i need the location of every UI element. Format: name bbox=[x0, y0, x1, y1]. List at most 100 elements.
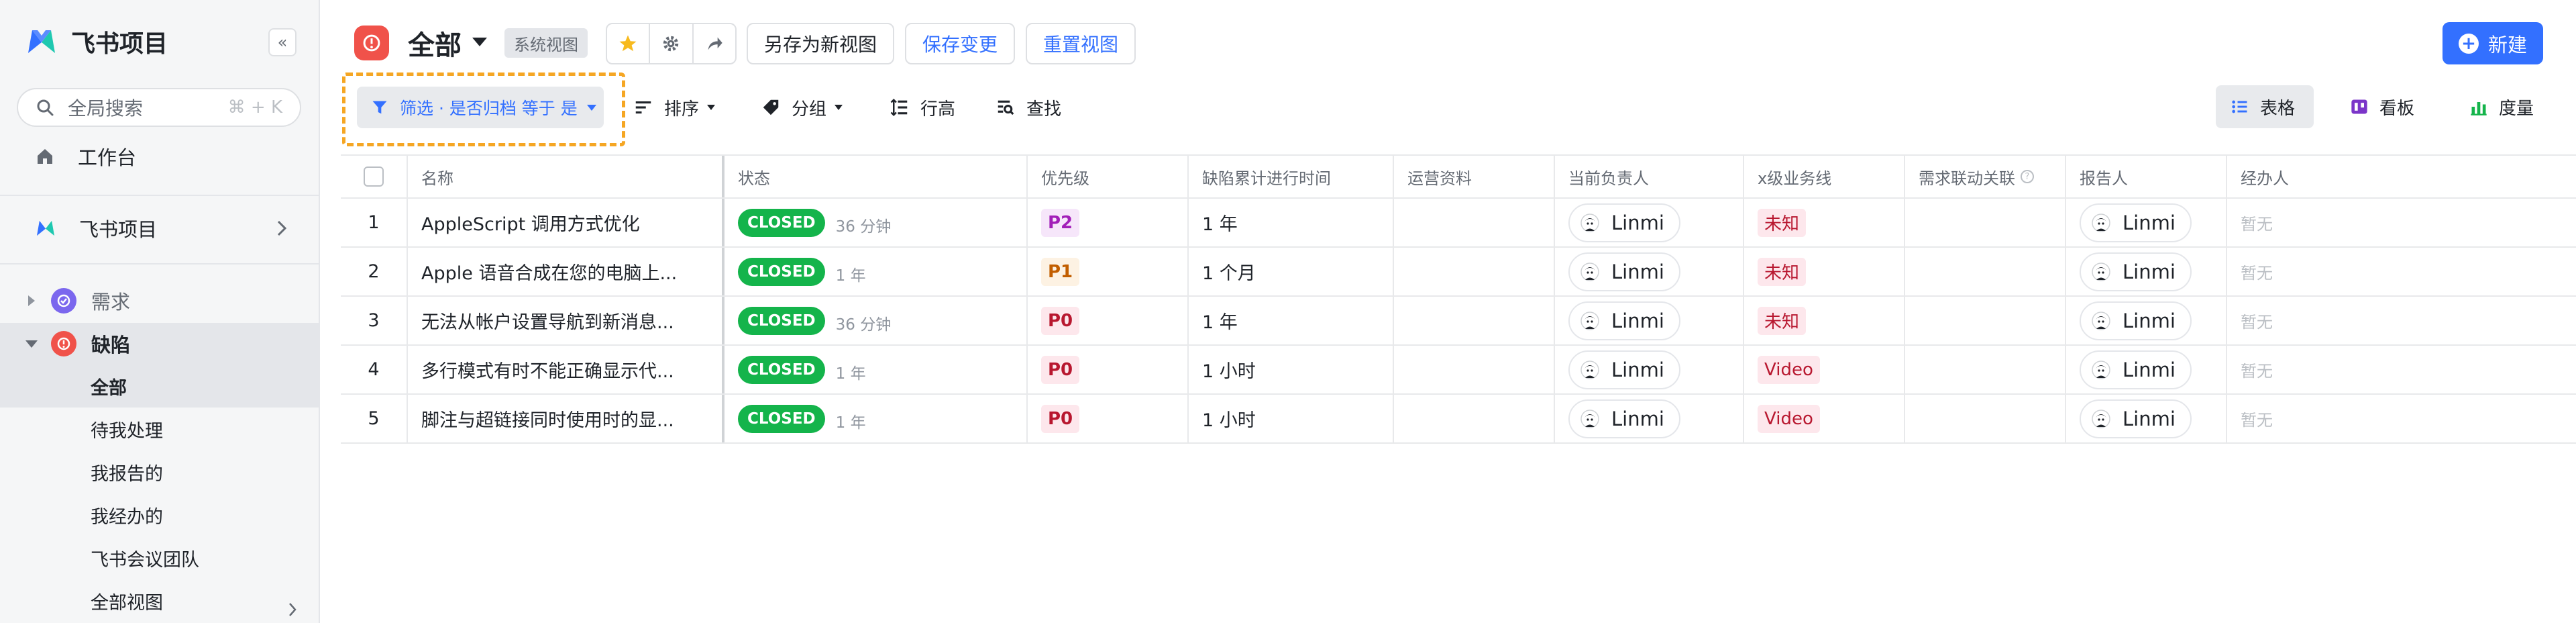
row-owner-cell[interactable]: Linmi bbox=[1555, 248, 1744, 295]
help-icon[interactable]: ? bbox=[2021, 170, 2034, 183]
row-linked[interactable] bbox=[1905, 346, 2066, 393]
row-owner-cell[interactable]: Linmi bbox=[1555, 346, 1744, 393]
row-ops[interactable] bbox=[1394, 248, 1555, 295]
sort-button[interactable]: 排序 bbox=[633, 87, 716, 128]
row-ops[interactable] bbox=[1394, 395, 1555, 442]
row-priority-cell[interactable]: P0 bbox=[1028, 297, 1189, 344]
filter-button[interactable]: 筛选 · 是否归档 等于 是 bbox=[357, 87, 604, 128]
row-biz-cell[interactable]: 未知 bbox=[1744, 199, 1905, 246]
row-reporter-cell[interactable]: Linmi bbox=[2066, 346, 2227, 393]
reset-view-button[interactable]: 重置视图 bbox=[1026, 23, 1136, 64]
row-biz-cell[interactable]: 未知 bbox=[1744, 248, 1905, 295]
owner-chip[interactable]: Linmi bbox=[1568, 399, 1680, 438]
sidebar-sub-item-meeting-team[interactable]: 飞书会议团队 bbox=[91, 541, 199, 575]
row-priority-cell[interactable]: P2 bbox=[1028, 199, 1189, 246]
reporter-chip[interactable]: Linmi bbox=[2080, 399, 2192, 438]
column-header-owner[interactable]: 当前负责人 bbox=[1555, 156, 1744, 197]
row-linked[interactable] bbox=[1905, 297, 2066, 344]
table-row[interactable]: 3 无法从帐户设置导航到新消息... CLOSED 36 分钟 P0 1 年 L… bbox=[341, 297, 2576, 346]
favorite-button[interactable] bbox=[607, 24, 651, 63]
row-priority-cell[interactable]: P1 bbox=[1028, 248, 1189, 295]
column-header-priority[interactable]: 优先级 bbox=[1028, 156, 1189, 197]
owner-chip[interactable]: Linmi bbox=[1568, 350, 1680, 389]
table-row[interactable]: 5 脚注与超链接同时使用时的显... CLOSED 1 年 P0 1 小时 Li… bbox=[341, 395, 2576, 444]
row-owner-cell[interactable]: Linmi bbox=[1555, 395, 1744, 442]
row-status-cell[interactable]: CLOSED 36 分钟 bbox=[724, 297, 1028, 344]
column-header-status[interactable]: 状态 bbox=[724, 156, 1028, 197]
row-height-button[interactable]: 行高 bbox=[890, 87, 955, 128]
row-status-cell[interactable]: CLOSED 1 年 bbox=[724, 395, 1028, 442]
sidebar-item-project[interactable]: 飞书项目 bbox=[0, 207, 319, 250]
global-search[interactable]: 全局搜索 ⌘ + K bbox=[17, 88, 301, 127]
column-header-linked[interactable]: 需求联动关联 ? bbox=[1905, 156, 2066, 197]
select-all-checkbox[interactable] bbox=[364, 166, 384, 187]
owner-chip[interactable]: Linmi bbox=[1568, 203, 1680, 242]
row-name[interactable]: Apple 语音合成在您的电脑上... bbox=[408, 248, 724, 295]
table-row[interactable]: 4 多行模式有时不能正确显示代... CLOSED 1 年 P0 1 小时 Li… bbox=[341, 346, 2576, 395]
row-owner-cell[interactable]: Linmi bbox=[1555, 297, 1744, 344]
reporter-chip[interactable]: Linmi bbox=[2080, 203, 2192, 242]
status-badge[interactable]: CLOSED bbox=[738, 404, 825, 433]
row-reporter-cell[interactable]: Linmi bbox=[2066, 297, 2227, 344]
row-linked[interactable] bbox=[1905, 395, 2066, 442]
row-handler-cell[interactable]: 暂无 bbox=[2227, 346, 2576, 393]
row-name[interactable]: 多行模式有时不能正确显示代... bbox=[408, 346, 724, 393]
row-name[interactable]: 脚注与超链接同时使用时的显... bbox=[408, 395, 724, 442]
row-priority-cell[interactable]: P0 bbox=[1028, 395, 1189, 442]
row-reporter-cell[interactable]: Linmi bbox=[2066, 199, 2227, 246]
column-header-handler[interactable]: 经办人 bbox=[2227, 156, 2576, 197]
group-button[interactable]: 分组 bbox=[761, 87, 843, 128]
column-header-biz[interactable]: x级业务线 bbox=[1744, 156, 1905, 197]
chevron-right-icon[interactable] bbox=[287, 602, 298, 618]
table-row[interactable]: 1 AppleScript 调用方式优化 CLOSED 36 分钟 P2 1 年… bbox=[341, 199, 2576, 248]
sidebar-item-requirements[interactable]: 需求 bbox=[0, 279, 319, 322]
column-header-reporter[interactable]: 报告人 bbox=[2066, 156, 2227, 197]
row-reporter-cell[interactable]: Linmi bbox=[2066, 248, 2227, 295]
reporter-chip[interactable]: Linmi bbox=[2080, 301, 2192, 340]
sidebar-sub-item-my-reported[interactable]: 我报告的 bbox=[91, 455, 163, 489]
row-status-cell[interactable]: CLOSED 36 分钟 bbox=[724, 199, 1028, 246]
status-badge[interactable]: CLOSED bbox=[738, 306, 825, 335]
save-changes-button[interactable]: 保存变更 bbox=[905, 23, 1015, 64]
status-badge[interactable]: CLOSED bbox=[738, 355, 825, 384]
row-ops[interactable] bbox=[1394, 297, 1555, 344]
row-ops[interactable] bbox=[1394, 199, 1555, 246]
find-button[interactable]: 查找 bbox=[996, 87, 1061, 128]
settings-button[interactable] bbox=[650, 24, 694, 63]
metrics-view-tab[interactable]: 度量 bbox=[2455, 85, 2553, 128]
sidebar-sub-item-all[interactable]: 全部 bbox=[91, 369, 127, 403]
table-row[interactable]: 2 Apple 语音合成在您的电脑上... CLOSED 1 年 P1 1 个月… bbox=[341, 248, 2576, 297]
row-biz-cell[interactable]: Video bbox=[1744, 346, 1905, 393]
column-header-name[interactable]: 名称 bbox=[408, 156, 724, 197]
row-name[interactable]: 无法从帐户设置导航到新消息... bbox=[408, 297, 724, 344]
table-view-tab[interactable]: 表格 bbox=[2216, 85, 2314, 128]
view-switch-caret-icon[interactable] bbox=[472, 38, 487, 46]
owner-chip[interactable]: Linmi bbox=[1568, 301, 1680, 340]
header-select-all[interactable] bbox=[341, 156, 408, 197]
row-linked[interactable] bbox=[1905, 248, 2066, 295]
status-badge[interactable]: CLOSED bbox=[738, 257, 825, 286]
row-handler-cell[interactable]: 暂无 bbox=[2227, 297, 2576, 344]
sidebar-item-workbench[interactable]: 工作台 bbox=[0, 135, 319, 178]
row-owner-cell[interactable]: Linmi bbox=[1555, 199, 1744, 246]
reporter-chip[interactable]: Linmi bbox=[2080, 350, 2192, 389]
row-handler-cell[interactable]: 暂无 bbox=[2227, 395, 2576, 442]
row-name[interactable]: AppleScript 调用方式优化 bbox=[408, 199, 724, 246]
status-badge[interactable]: CLOSED bbox=[738, 208, 825, 237]
column-header-duration[interactable]: 缺陷累计进行时间 bbox=[1189, 156, 1394, 197]
row-status-cell[interactable]: CLOSED 1 年 bbox=[724, 248, 1028, 295]
sidebar-sub-item-my-handled[interactable]: 我经办的 bbox=[91, 498, 163, 532]
share-button[interactable] bbox=[694, 24, 735, 63]
row-priority-cell[interactable]: P0 bbox=[1028, 346, 1189, 393]
row-handler-cell[interactable]: 暂无 bbox=[2227, 248, 2576, 295]
row-status-cell[interactable]: CLOSED 1 年 bbox=[724, 346, 1028, 393]
save-as-new-view-button[interactable]: 另存为新视图 bbox=[747, 23, 894, 64]
row-linked[interactable] bbox=[1905, 199, 2066, 246]
column-header-ops[interactable]: 运营资料 bbox=[1394, 156, 1555, 197]
collapse-sidebar-button[interactable]: « bbox=[268, 28, 297, 56]
sidebar-sub-item-all-views[interactable]: 全部视图 bbox=[91, 584, 163, 618]
row-biz-cell[interactable]: 未知 bbox=[1744, 297, 1905, 344]
reporter-chip[interactable]: Linmi bbox=[2080, 252, 2192, 291]
owner-chip[interactable]: Linmi bbox=[1568, 252, 1680, 291]
view-title[interactable]: 全部 bbox=[408, 26, 462, 61]
